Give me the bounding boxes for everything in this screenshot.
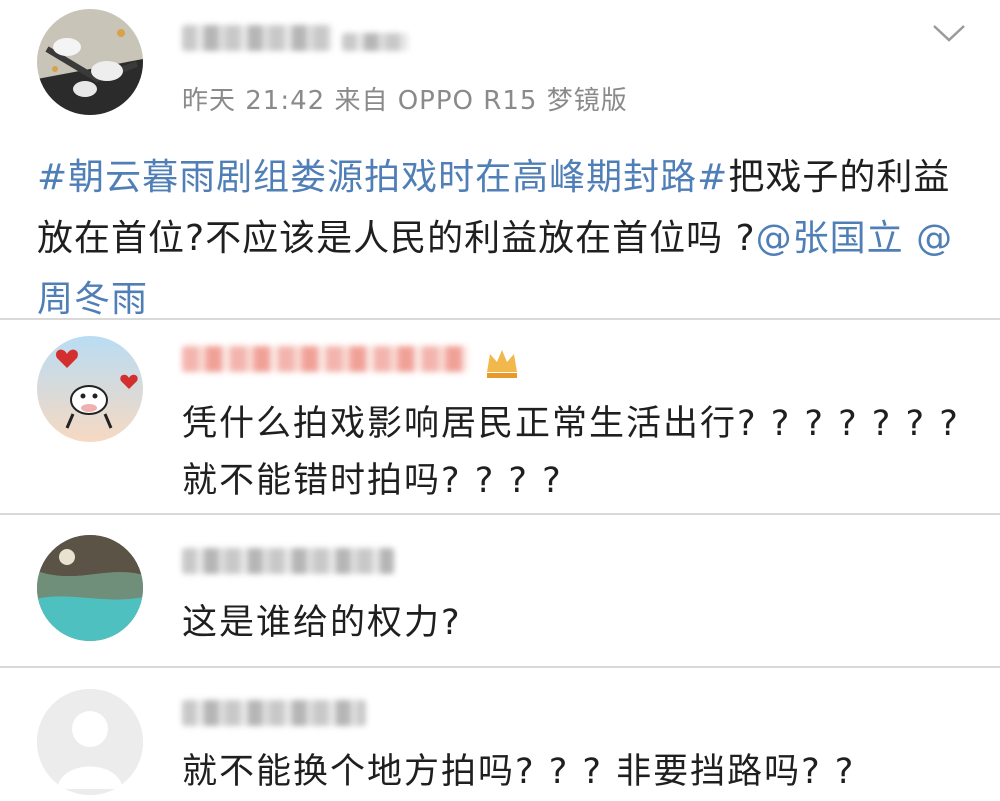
crown-icon: [484, 346, 520, 380]
comment-item: 这是谁给的权力?: [0, 515, 1000, 668]
post-body: #朝云暮雨剧组娄源拍戏时在高峰期封路#把戏子的利益放在首位?不应该是人民的利益放…: [37, 147, 967, 330]
post-meta: 昨天 21:42 来自 OPPO R15 梦镜版: [182, 86, 628, 116]
comment-text: 凭什么拍戏影响居民正常生活出行? ? ? ? ? ? ? 就不能错时拍吗? ? …: [182, 404, 960, 501]
user-silhouette-icon[interactable]: [37, 689, 143, 795]
commenter-name[interactable]: [182, 346, 468, 372]
commenter-name[interactable]: [182, 700, 366, 726]
commenter-name[interactable]: [182, 548, 394, 574]
topic-link[interactable]: #朝云暮雨剧组娄源拍戏时在高峰期封路#: [37, 157, 728, 198]
comment-item: 就不能换个地方拍吗? ? ? 非要挡路吗? ?: [0, 668, 1000, 795]
comment-text: 这是谁给的权力?: [182, 603, 462, 643]
weibo-post: 昨天 21:42 来自 OPPO R15 梦镜版 #朝云暮雨剧组娄源拍戏时在高峰…: [0, 0, 1000, 320]
post-author-avatar[interactable]: [37, 9, 143, 115]
comment-item: 凭什么拍戏影响居民正常生活出行? ? ? ? ? ? ? 就不能错时拍吗? ? …: [0, 320, 1000, 515]
mention-link[interactable]: @张国立: [756, 218, 904, 259]
chevron-down-icon[interactable]: [931, 22, 967, 44]
comment-text: 就不能换个地方拍吗? ? ? 非要挡路吗? ?: [182, 752, 856, 792]
commenter-avatar[interactable]: [37, 336, 143, 442]
commenter-avatar[interactable]: [37, 535, 143, 641]
post-author-suffix: [342, 33, 408, 51]
post-author-name[interactable]: [182, 25, 332, 51]
